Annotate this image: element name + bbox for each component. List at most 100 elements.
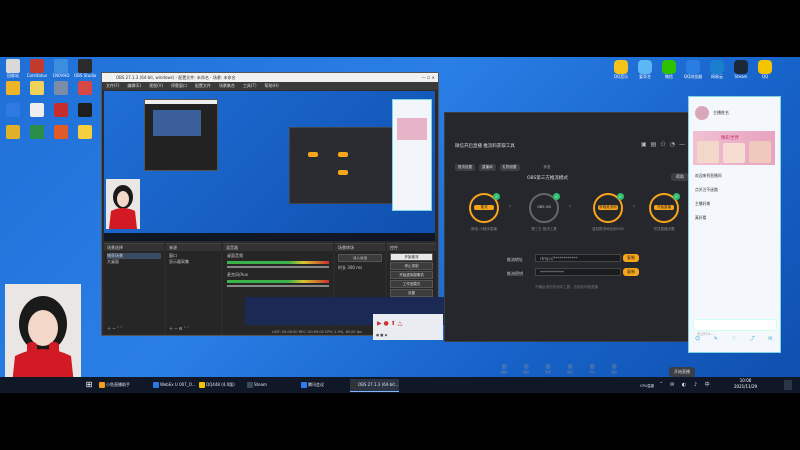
- start-icon[interactable]: ⊞: [84, 380, 94, 390]
- tool-bottom-item[interactable]: ◎ 分享: [583, 363, 601, 374]
- tool-bottom-label: 连麦: [566, 370, 573, 374]
- key-field[interactable]: ************: [535, 268, 621, 276]
- desktop-icon[interactable]: [26, 103, 48, 117]
- desktop-icon[interactable]: [74, 103, 96, 117]
- app-icon: [30, 103, 44, 117]
- obs-menu-item[interactable]: 视图(V): [149, 83, 163, 88]
- tool-bottom-item[interactable]: ◎ 贴纸: [517, 363, 535, 374]
- tool-tab[interactable]: 礼物设置: [499, 164, 520, 171]
- desktop-icon[interactable]: [2, 103, 24, 117]
- check-icon: ✓: [493, 193, 500, 200]
- control-button[interactable]: 停止录制: [390, 262, 433, 270]
- tool-tab[interactable]: 推流设置: [455, 164, 475, 171]
- control-button[interactable]: 开始推流: [390, 253, 433, 261]
- taskbar-app-label: Steam: [254, 382, 267, 387]
- obs-menu-item[interactable]: 停靠窗口: [171, 83, 187, 88]
- obs-menu-item[interactable]: 工具(T): [243, 83, 257, 88]
- tool-title: 微信开启直播 推流码获取工具: [455, 144, 515, 149]
- desktop-icon[interactable]: [2, 81, 24, 95]
- desktop-icon[interactable]: [26, 125, 48, 139]
- copy-key-button[interactable]: 复制: [623, 268, 639, 276]
- tool-tab[interactable]: 直播间: [479, 164, 496, 171]
- desktop-icon-label: QQ: [761, 74, 769, 79]
- taskbar-app[interactable]: Steam: [246, 379, 267, 391]
- desktop-icon-label: 微信: [665, 74, 673, 79]
- desktop-icon[interactable]: [50, 81, 72, 95]
- app-icon: [78, 125, 92, 139]
- desktop-icon[interactable]: [26, 81, 48, 95]
- obs-menu-item[interactable]: 配置文件: [195, 83, 211, 88]
- clock[interactable]: 10:06 2021/11/29: [734, 378, 757, 390]
- server-field[interactable]: rtmp://************: [535, 254, 621, 262]
- desktop-icon[interactable]: 1N0VHD: [50, 59, 72, 78]
- desktop-icon[interactable]: 网易云: [706, 60, 728, 79]
- chat-input[interactable]: 说点什么…: [693, 319, 777, 336]
- desktop-icon-label: QQ浏览器: [683, 74, 703, 79]
- obs-menu-item[interactable]: 文件(F): [106, 83, 119, 88]
- notification-icon[interactable]: [784, 380, 792, 390]
- desktop-icon[interactable]: [74, 125, 96, 139]
- obs-menu-item[interactable]: 场景集合: [219, 83, 235, 88]
- app-icon: [54, 59, 68, 73]
- desktop-icon[interactable]: 回收站: [2, 59, 24, 78]
- help-button[interactable]: 帮助: [671, 173, 689, 181]
- desktop-icon[interactable]: 微信: [658, 60, 680, 79]
- chat-avatar[interactable]: [695, 106, 709, 120]
- obs-titlebar: OBS 27.1.3 (64-bit, windows) - 配置文件: 未命名…: [102, 73, 438, 82]
- obs-menu-item[interactable]: 编辑(E): [127, 83, 141, 88]
- tool-bottom-item[interactable]: ◎ 连麦: [561, 363, 579, 374]
- desktop-icon[interactable]: Steam: [730, 60, 752, 79]
- control-button[interactable]: 设置: [390, 289, 433, 297]
- tool-bottom-label: 音乐: [544, 370, 551, 374]
- tool-notice: 开播后请勿关闭本工具，否则会中断直播: [535, 285, 598, 289]
- step-label: 推流: [474, 205, 494, 210]
- taskbar-app[interactable]: OBS 27.1.3 (64-bit...: [350, 379, 399, 392]
- desktop-icon[interactable]: QQ: [754, 60, 776, 79]
- desktop-icon[interactable]: OBS Studio: [74, 59, 96, 78]
- desktop-icon[interactable]: [50, 103, 72, 117]
- taskbar-app[interactable]: QQ448 (4.0版): [198, 379, 235, 391]
- desktop-icon[interactable]: 爱奇艺: [634, 60, 656, 79]
- volume-slider[interactable]: [227, 266, 329, 268]
- clock-date: 2021/11/29: [734, 384, 758, 389]
- scenes-toolbar[interactable]: ＋ − ˄ ˅: [107, 326, 122, 332]
- preview-nested-obs: [144, 99, 218, 171]
- tray-icons[interactable]: ˄ ✉ ◐ ♪ 中: [660, 381, 713, 388]
- tool-bottom-icon: ◎: [523, 363, 529, 370]
- audio-meter: [227, 261, 329, 264]
- step-circle: 获取推流码 ✓: [593, 193, 624, 223]
- copy-server-button[interactable]: 复制: [623, 254, 639, 262]
- transition-select[interactable]: 淡入淡出: [338, 254, 382, 262]
- source-item[interactable]: 显示器采集: [169, 259, 218, 265]
- scene-item[interactable]: 大桌面: [107, 259, 161, 265]
- volume-slider[interactable]: [227, 285, 329, 287]
- start-live-button[interactable]: 开始直播: [669, 367, 695, 377]
- obs-menu-item[interactable]: 帮助(H): [265, 83, 279, 88]
- taskbar-app[interactable]: WebEx U 007_O...: [152, 379, 196, 391]
- tool-bottom-item[interactable]: ◎ 设置: [605, 363, 623, 374]
- desktop-icon[interactable]: Conlitatuv: [26, 59, 48, 78]
- control-button[interactable]: 工作室模式: [390, 280, 433, 288]
- control-button[interactable]: 开始虚拟摄像机: [390, 271, 433, 279]
- taskbar-app[interactable]: 小鱼直播助手: [98, 379, 130, 391]
- step-circle: 推流 ✓: [469, 193, 500, 223]
- tool-bottom-item[interactable]: ◎ 音乐: [539, 363, 557, 374]
- taskbar-app[interactable]: 腾讯会议: [300, 379, 324, 391]
- desktop-icon[interactable]: QQ音乐: [610, 60, 632, 79]
- app-icon: [78, 103, 92, 117]
- obs-statusbar: LIVE: 00:00:00 REC: 00:00:00 CPU: 1.5%, …: [272, 330, 362, 334]
- desktop-icon[interactable]: [74, 81, 96, 95]
- check-icon: ✓: [553, 193, 560, 200]
- chat-toolbar-icons[interactable]: ☺ ✎ ♡ ⤴ ✉: [695, 335, 778, 342]
- duration-value[interactable]: 300 ms: [347, 265, 362, 270]
- desktop-icon[interactable]: [2, 125, 24, 139]
- desktop-icon[interactable]: QQ浏览器: [682, 60, 704, 79]
- taskbar-app-icon: [301, 382, 307, 388]
- sources-toolbar[interactable]: ＋ − ⚙ ˄ ˅: [169, 326, 189, 332]
- tool-bottom-item[interactable]: ◎ 美颜: [495, 363, 513, 374]
- step-caption: 第三方 推流工具: [531, 227, 557, 231]
- obs-menubar: 文件(F) 编辑(E) 视图(V) 停靠窗口 配置文件 场景集合 工具(T) 帮助(H): [102, 82, 438, 90]
- desktop-icon[interactable]: [50, 125, 72, 139]
- window-controls[interactable]: — ☐ ✕: [422, 73, 435, 82]
- step-circle: OBS ON ✓: [529, 193, 560, 223]
